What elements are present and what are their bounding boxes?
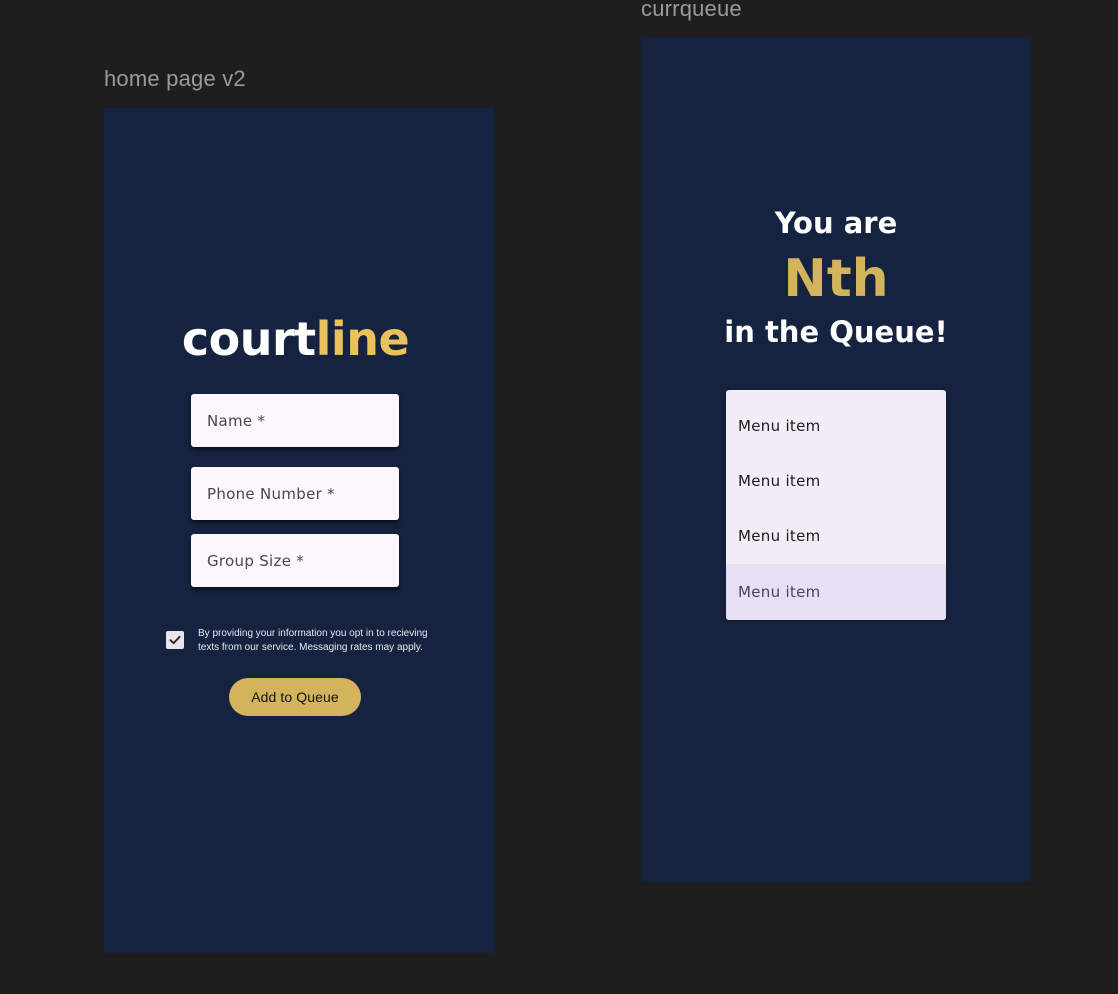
home-page-frame: courtline By providing your information … xyxy=(104,108,494,953)
name-input[interactable] xyxy=(207,411,399,430)
menu-item[interactable]: Menu item xyxy=(726,390,946,453)
optin-row: By providing your information you opt in… xyxy=(166,627,456,655)
optin-checkbox[interactable] xyxy=(166,631,184,649)
name-field[interactable] xyxy=(191,394,399,447)
menu-item[interactable]: Menu item xyxy=(726,509,946,565)
menu-item[interactable]: Menu item xyxy=(726,453,946,509)
check-icon xyxy=(169,635,181,645)
add-to-queue-button[interactable]: Add to Queue xyxy=(229,678,361,716)
menu-item-selected[interactable]: Menu item xyxy=(726,564,946,620)
design-canvas: home page v2 currqueue courtline By prov… xyxy=(0,0,1118,994)
frame-label-queue[interactable]: currqueue xyxy=(641,0,742,22)
courtline-logo: courtline xyxy=(104,311,487,367)
queue-heading-in-the-queue: in the Queue! xyxy=(724,315,948,349)
currqueue-frame: You are Nth in the Queue! Menu item Menu… xyxy=(641,37,1031,882)
optin-disclaimer-text: By providing your information you opt in… xyxy=(198,628,428,653)
frame-label-home[interactable]: home page v2 xyxy=(104,66,246,92)
queue-heading-you-are: You are xyxy=(774,206,898,240)
queue-position: Nth xyxy=(783,249,889,309)
phone-number-field[interactable] xyxy=(191,467,399,520)
logo-text-line: line xyxy=(315,312,410,366)
phone-number-input[interactable] xyxy=(207,484,399,503)
dropdown-menu: Menu item Menu item Menu item Menu item xyxy=(726,390,946,620)
logo-text-court: court xyxy=(181,312,316,366)
group-size-input[interactable] xyxy=(207,551,399,570)
group-size-field[interactable] xyxy=(191,534,399,587)
